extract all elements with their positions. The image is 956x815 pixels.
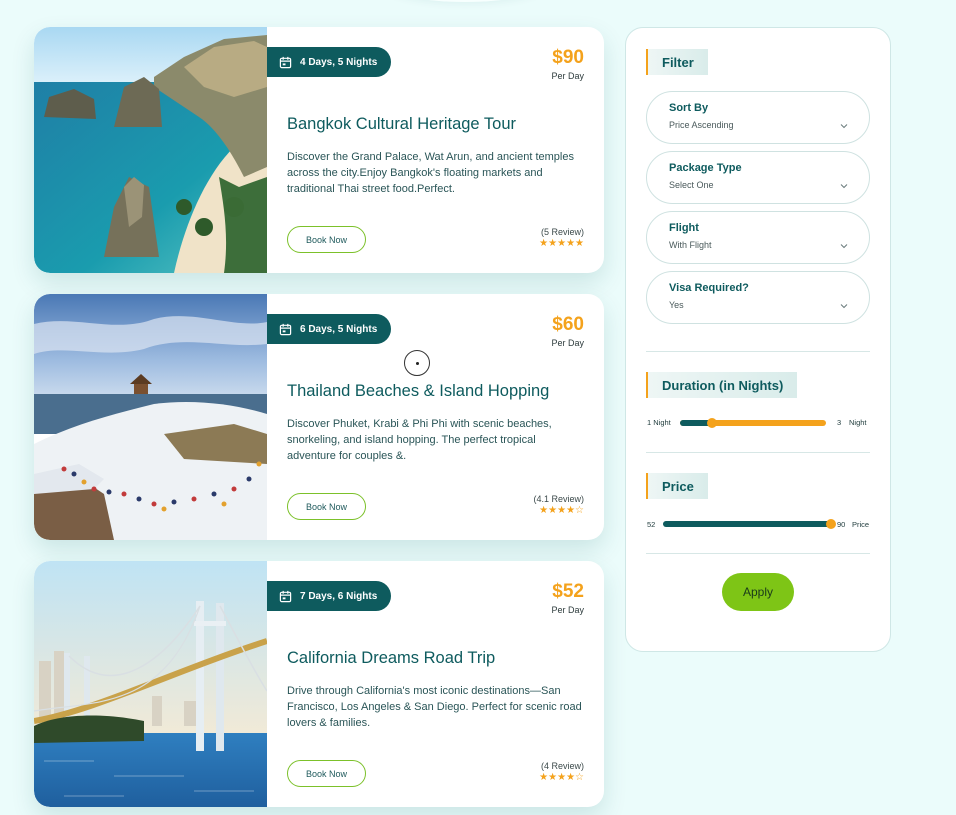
calendar-icon [279, 323, 292, 335]
filter-heading: Filter [646, 49, 708, 75]
price-max-unit: Price [852, 520, 870, 529]
sort-by-select[interactable]: Sort By Price Ascending [646, 91, 870, 144]
tour-card: 6 Days, 5 Nights $60 Per Day Thailand Be… [34, 294, 604, 540]
divider [646, 351, 870, 352]
select-label: Visa Required? [669, 282, 749, 294]
review-block: (4 Review) ★★★★☆ [539, 761, 584, 783]
price-min-label: 52 [647, 520, 656, 529]
apply-button[interactable]: Apply [722, 573, 794, 611]
package-type-select[interactable]: Package Type Select One [646, 151, 870, 204]
select-label: Flight [669, 222, 699, 234]
divider [646, 452, 870, 453]
filter-panel: Filter Sort By Price Ascending Package T… [625, 27, 891, 652]
review-block: (5 Review) ★★★★★ [539, 227, 584, 249]
chevron-down-icon [840, 124, 848, 129]
duration-max-unit: Night [849, 418, 867, 427]
price-amount: $60 [552, 314, 584, 335]
duration-max-value: 3 [837, 418, 842, 427]
select-label: Package Type [669, 162, 742, 174]
duration-slider-handle[interactable] [707, 418, 718, 428]
book-now-button[interactable]: Book Now [287, 226, 366, 253]
price-slider-handle[interactable] [826, 519, 836, 529]
tour-description: Discover the Grand Palace, Wat Arun, and… [287, 151, 574, 195]
tour-title[interactable]: Thailand Beaches & Island Hopping [287, 382, 549, 401]
visa-required-select[interactable]: Visa Required? Yes [646, 271, 870, 324]
duration-badge: 4 Days, 5 Nights [267, 47, 392, 77]
header-arc-decoration [380, 0, 550, 2]
price-amount: $52 [552, 581, 584, 602]
mouse-cursor-icon [404, 350, 430, 376]
price-unit: Per Day [551, 338, 584, 348]
duration-text: 7 Days, 6 Nights [300, 590, 378, 602]
price-slider-track[interactable] [663, 519, 836, 529]
calendar-icon [279, 56, 292, 68]
star-rating-icon: ★★★★☆ [539, 772, 584, 783]
flight-select[interactable]: Flight With Flight [646, 211, 870, 264]
duration-text: 4 Days, 5 Nights [300, 56, 378, 68]
chevron-down-icon [840, 304, 848, 309]
price-unit: Per Day [551, 71, 584, 81]
price-block: $90 Per Day [551, 47, 584, 81]
duration-badge: 6 Days, 5 Nights [267, 314, 392, 344]
duration-text: 6 Days, 5 Nights [300, 323, 378, 335]
star-rating-icon: ★★★★★ [539, 238, 584, 249]
book-now-button[interactable]: Book Now [287, 493, 366, 520]
tour-title[interactable]: Bangkok Cultural Heritage Tour [287, 115, 516, 134]
price-amount: $90 [552, 47, 584, 68]
review-count: (5 Review) [540, 227, 584, 237]
duration-min-label: 1 Night [647, 418, 671, 427]
duration-heading: Duration (in Nights) [646, 372, 798, 398]
price-block: $52 Per Day [551, 581, 584, 615]
price-max-value: 90 [837, 520, 846, 529]
tour-card: 4 Days, 5 Nights $90 Per Day Bangkok Cul… [34, 27, 604, 273]
book-now-button[interactable]: Book Now [287, 760, 366, 787]
tour-description: Drive through California's most iconic d… [287, 685, 582, 729]
price-heading: Price [646, 473, 708, 499]
select-label: Sort By [669, 102, 709, 114]
tour-image-coastal-cliffs[interactable] [34, 27, 267, 273]
divider [646, 553, 870, 554]
price-block: $60 Per Day [551, 314, 584, 348]
calendar-icon [279, 590, 292, 602]
duration-badge: 7 Days, 6 Nights [267, 581, 392, 611]
tour-card: 7 Days, 6 Nights $52 Per Day California … [34, 561, 604, 807]
review-count: (4.1 Review) [533, 494, 584, 504]
tour-title[interactable]: California Dreams Road Trip [287, 649, 495, 668]
review-block: (4.1 Review) ★★★★☆ [533, 494, 584, 516]
tour-description: Discover Phuket, Krabi & Phi Phi with sc… [287, 418, 552, 462]
chevron-down-icon [840, 184, 848, 189]
price-slider-fill [663, 521, 831, 527]
price-unit: Per Day [551, 605, 584, 615]
star-rating-icon: ★★★★☆ [539, 505, 584, 516]
chevron-down-icon [840, 244, 848, 249]
tour-image-suspension-bridge[interactable] [34, 561, 267, 807]
duration-slider-track[interactable] [680, 418, 826, 428]
tour-image-snowy-viewpoint[interactable] [34, 294, 267, 540]
review-count: (4 Review) [540, 761, 584, 771]
